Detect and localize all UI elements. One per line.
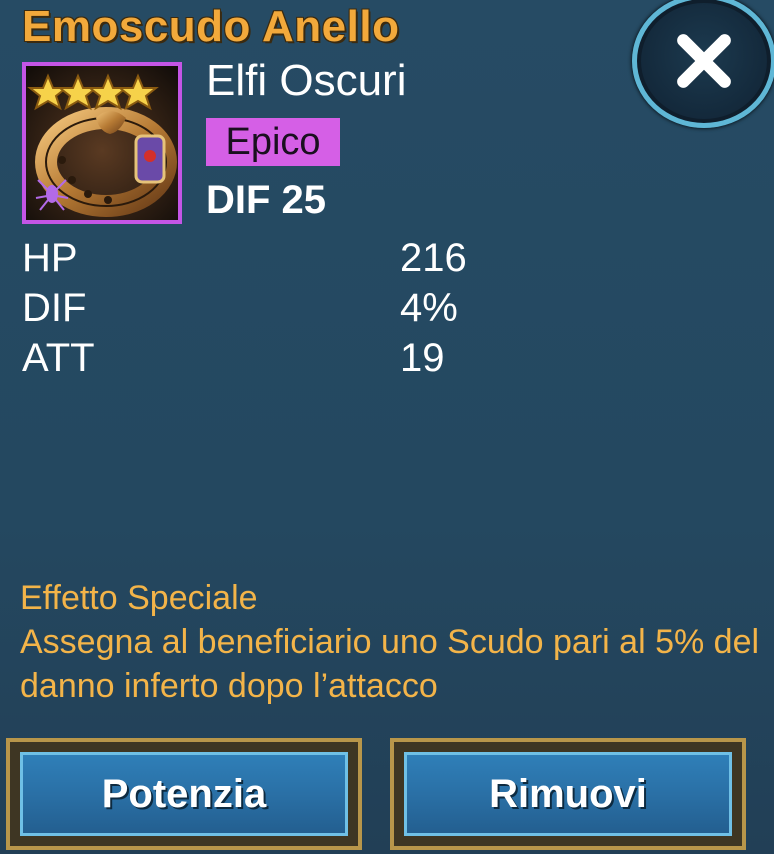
close-button[interactable] <box>632 0 774 128</box>
stat-row-att: ATT 19 <box>22 336 582 386</box>
stat-row-hp: HP 216 <box>22 236 582 286</box>
item-detail-panel: Emoscudo Anello Elfi Oscuri Epico DIF 25… <box>0 0 774 854</box>
remove-button-label: Rimuovi <box>404 752 732 836</box>
special-effect: Effetto Speciale Assegna al beneficiario… <box>20 576 760 708</box>
effect-title: Effetto Speciale <box>20 579 258 617</box>
stats-list: HP 216 DIF 4% ATT 19 <box>22 236 582 386</box>
remove-button[interactable]: Rimuovi <box>390 738 746 850</box>
stat-value: 19 <box>400 336 445 380</box>
item-icon-frame <box>22 62 182 224</box>
upgrade-button-label: Potenzia <box>20 752 348 836</box>
stat-value: 216 <box>400 236 467 280</box>
stat-name: DIF <box>22 286 87 330</box>
spider-icon <box>35 179 69 211</box>
main-stat: DIF 25 <box>206 178 327 222</box>
close-icon <box>677 34 731 88</box>
effect-description: Assegna al beneficiario uno Scudo pari a… <box>20 623 760 705</box>
stat-name: ATT <box>22 336 95 380</box>
rarity-badge: Epico <box>206 118 340 166</box>
stat-value: 4% <box>400 286 458 330</box>
stat-name: HP <box>22 236 78 280</box>
upgrade-button[interactable]: Potenzia <box>6 738 362 850</box>
stat-row-dif: DIF 4% <box>22 286 582 336</box>
faction-label: Elfi Oscuri <box>206 56 407 105</box>
item-title: Emoscudo Anello <box>22 2 400 51</box>
